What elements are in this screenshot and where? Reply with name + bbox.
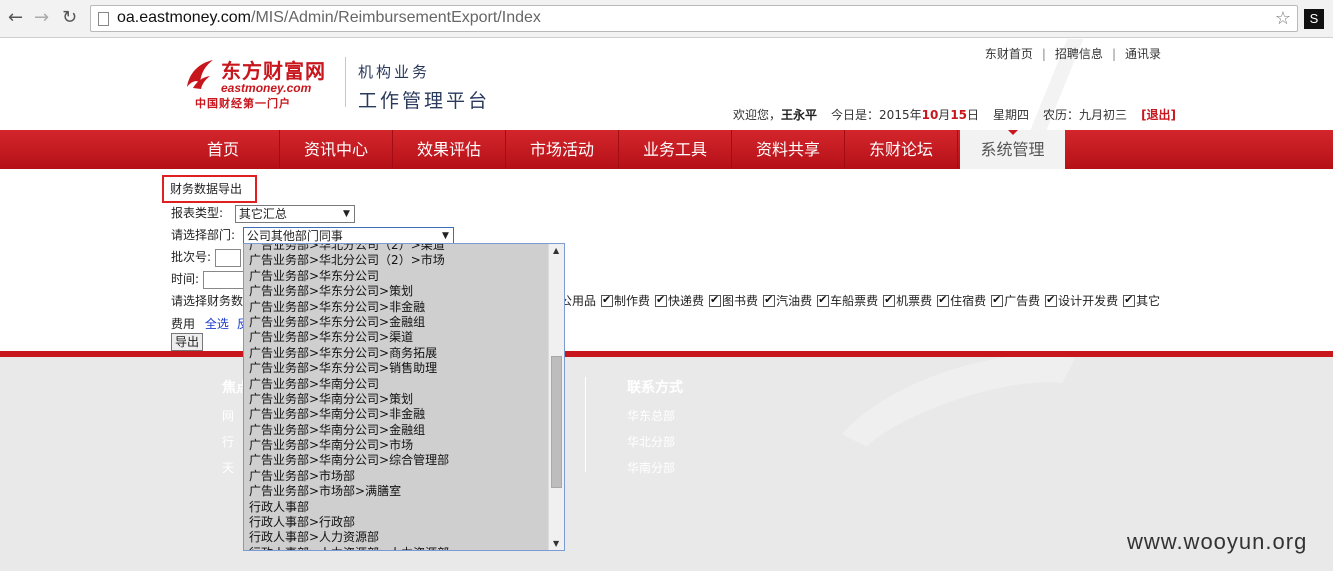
select-all-link[interactable]: 全选 xyxy=(205,317,229,331)
toplink-home[interactable]: 东财首页 xyxy=(985,47,1033,61)
checkbox-checked[interactable] xyxy=(1045,293,1058,307)
dropdown-option[interactable]: 行政人事部>人力资源部 xyxy=(244,530,549,545)
dropdown-scrollbar[interactable]: ▲ ▼ xyxy=(548,244,564,550)
dropdown-option[interactable]: 行政人事部 xyxy=(244,500,549,515)
back-icon[interactable]: ← xyxy=(8,8,23,28)
dropdown-option[interactable]: 广告业务部>华南分公司>综合管理部 xyxy=(244,453,549,468)
dropdown-option[interactable]: 广告业务部>华南分公司>金融组 xyxy=(244,423,549,438)
page-icon xyxy=(98,12,109,26)
dropdown-option[interactable]: 广告业务部>华东分公司>金融组 xyxy=(244,315,549,330)
checkbox-checked[interactable] xyxy=(601,293,614,307)
logo-flame-icon xyxy=(187,60,213,89)
dropdown-option[interactable]: 广告业务部>华东分公司>策划 xyxy=(244,284,549,299)
checkbox-checked[interactable] xyxy=(1123,293,1136,307)
browser-toolbar: ← → ↻ oa.eastmoney.com/MIS/Admin/Reimbur… xyxy=(0,0,1333,38)
department-select[interactable]: 公司其他部门同事 ▼ xyxy=(242,226,454,245)
user-name: 王永平 xyxy=(781,108,818,122)
wooyun-watermark: www.wooyun.org xyxy=(1127,529,1308,554)
top-links: 东财首页 | 招聘信息 | 通讯录 xyxy=(984,47,1161,61)
expense-item: 公用品 xyxy=(560,294,597,308)
dropdown-option[interactable]: 广告业务部>华南分公司>策划 xyxy=(244,392,549,407)
dropdown-option[interactable]: 广告业务部>市场部 xyxy=(244,469,549,484)
nav-system-management[interactable]: 系统管理 xyxy=(960,130,1065,169)
nav-news-center[interactable]: 资讯中心 xyxy=(280,130,393,169)
contact-south[interactable]: 华南分部 xyxy=(627,459,683,485)
logout-link[interactable]: [退出] xyxy=(1141,108,1176,122)
dropdown-option[interactable]: 广告业务部>华北分公司（2）>渠道 xyxy=(244,244,549,253)
eastmoney-logo[interactable]: 东方财富网 eastmoney.com 中国财经第一门户 xyxy=(183,55,343,111)
nav-market-activities[interactable]: 市场活动 xyxy=(506,130,619,169)
batch-row: 批次号: xyxy=(171,248,241,267)
department-row: 请选择部门: 公司其他部门同事 ▼ xyxy=(171,226,454,245)
toplink-jobs[interactable]: 招聘信息 xyxy=(1055,47,1103,61)
weekday: 星期四 xyxy=(993,108,1030,122)
dropdown-option[interactable]: 广告业务部>华东分公司>渠道 xyxy=(244,330,549,345)
nav-forum[interactable]: 东财论坛 xyxy=(845,130,958,169)
checkbox-checked[interactable] xyxy=(883,293,896,307)
scroll-up-icon[interactable]: ▲ xyxy=(553,246,559,255)
dropdown-option[interactable]: 行政人事部>人力资源部>人力资源部 xyxy=(244,546,549,550)
dropdown-option[interactable]: 广告业务部>华南分公司>非金融 xyxy=(244,407,549,422)
nav-business-tools[interactable]: 业务工具 xyxy=(619,130,732,169)
lunar-date: 农历：九月初三 xyxy=(1043,108,1128,122)
dropdown-options: 广告业务部>华北分公司（2）>渠道 广告业务部>华北分公司（2）>市场 广告业务部>… xyxy=(244,244,549,550)
expense-checkboxes: 公用品制作费快递费图书费汽油费车船票费机票费住宿费广告费设计开发费其它 xyxy=(560,292,1160,309)
dropdown-option[interactable]: 行政人事部>行政部 xyxy=(244,515,549,530)
url-text: oa.eastmoney.com/MIS/Admin/Reimbursement… xyxy=(117,9,541,26)
page-title: 财务数据导出 xyxy=(162,175,257,203)
export-row: 导出 xyxy=(171,333,204,351)
site-footer: 焦点 网 行 天 联系方式 华东总部 华北分部 华南分部 xyxy=(0,357,1333,494)
footer-divider xyxy=(585,377,586,472)
main-content: 财务数据导出 报表类型: 其它汇总 ▼ 请选择部门: 公司其他部门同事 ▼ 批次号:… xyxy=(0,169,1333,352)
dropdown-arrow-icon: ▼ xyxy=(441,230,449,241)
scrollbar-thumb[interactable] xyxy=(551,356,562,488)
platform-title: 机构业务 工作管理平台 xyxy=(358,63,491,112)
nav-home[interactable]: 首页 xyxy=(167,130,280,169)
extension-icon[interactable]: S xyxy=(1304,9,1324,29)
logo-divider xyxy=(345,57,346,107)
contact-east[interactable]: 华东总部 xyxy=(627,407,683,433)
main-nav: 首页 资讯中心 效果评估 市场活动 业务工具 资料共享 东财论坛 系统管理 xyxy=(0,130,1333,169)
address-bar[interactable]: oa.eastmoney.com/MIS/Admin/Reimbursement… xyxy=(90,5,1298,32)
bookmark-star-icon[interactable]: ☆ xyxy=(1275,8,1291,29)
time-row: 时间: xyxy=(171,270,247,289)
checkbox-checked[interactable] xyxy=(817,293,830,307)
checkbox-checked[interactable] xyxy=(937,293,950,307)
reload-icon[interactable]: ↻ xyxy=(62,8,77,28)
dropdown-option[interactable]: 广告业务部>华南分公司>市场 xyxy=(244,438,549,453)
scroll-down-icon[interactable]: ▼ xyxy=(553,539,559,548)
dropdown-option[interactable]: 广告业务部>华南分公司 xyxy=(244,377,549,392)
fee-select-row: 费用 全选 反 xyxy=(171,315,249,332)
dropdown-option[interactable]: 广告业务部>华东分公司>销售助理 xyxy=(244,361,549,376)
footer-contact-column: 联系方式 华东总部 华北分部 华南分部 xyxy=(627,377,683,485)
report-type-select[interactable]: 其它汇总 ▼ xyxy=(234,204,355,223)
dropdown-option[interactable]: 广告业务部>华东分公司>商务拓展 xyxy=(244,346,549,361)
user-info-bar: 欢迎您，王永平 今日是：2015年10月15日 星期四 农历：九月初三 [退出] xyxy=(733,108,1177,122)
checkbox-checked[interactable] xyxy=(709,293,722,307)
checkbox-checked[interactable] xyxy=(991,293,1004,307)
nav-resource-sharing[interactable]: 资料共享 xyxy=(732,130,845,169)
dropdown-option[interactable]: 广告业务部>华东分公司 xyxy=(244,269,549,284)
footer-decoration xyxy=(807,357,1133,494)
time-input[interactable] xyxy=(202,270,247,289)
dropdown-option[interactable]: 广告业务部>市场部>满膳室 xyxy=(244,484,549,499)
dropdown-option[interactable]: 广告业务部>华北分公司（2）>市场 xyxy=(244,253,549,268)
department-dropdown-list[interactable]: 广告业务部>华北分公司（2）>渠道 广告业务部>华北分公司（2）>市场 广告业务部>… xyxy=(243,243,565,551)
checkbox-checked[interactable] xyxy=(655,293,668,307)
forward-icon[interactable]: → xyxy=(34,8,49,28)
contact-north[interactable]: 华北分部 xyxy=(627,433,683,459)
toplink-contacts[interactable]: 通讯录 xyxy=(1125,47,1161,61)
batch-number-input[interactable] xyxy=(214,248,241,267)
dropdown-arrow-icon: ▼ xyxy=(342,208,350,219)
nav-effect-evaluation[interactable]: 效果评估 xyxy=(393,130,506,169)
export-button[interactable]: 导出 xyxy=(171,333,204,351)
finance-type-row: 请选择财务数 xyxy=(171,294,244,308)
dropdown-option[interactable]: 广告业务部>华东分公司>非金融 xyxy=(244,300,549,315)
site-header: 东方财富网 eastmoney.com 中国财经第一门户 机构业务 工作管理平台… xyxy=(0,39,1333,130)
checkbox-checked[interactable] xyxy=(763,293,776,307)
report-type-row: 报表类型: 其它汇总 ▼ xyxy=(171,204,355,223)
